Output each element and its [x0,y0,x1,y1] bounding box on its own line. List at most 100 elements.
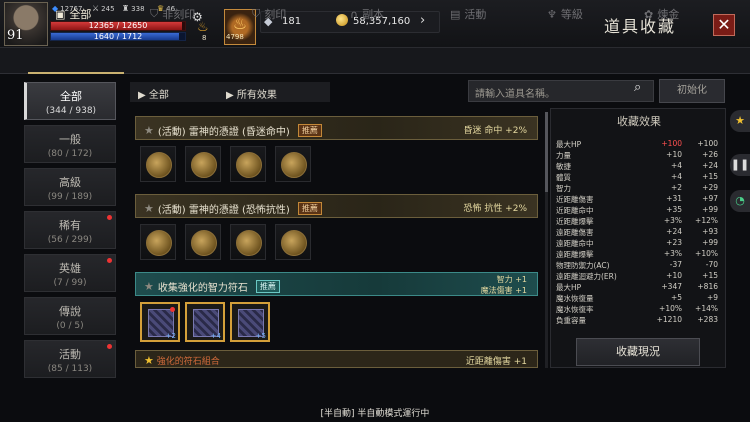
coin-token-icon [236,230,262,256]
collection-item-slot[interactable]: +5 [230,302,270,342]
reset-button[interactable]: 初始化 [659,79,725,103]
close-button[interactable]: ✕ [713,14,735,36]
star-icon: ★ [735,114,745,127]
effect-row: 力量 +10 +26 [556,150,722,161]
group-effect: 昏迷 命中 +2% [463,126,527,136]
coin-token-icon [191,230,217,256]
pause-button[interactable]: ❚❚ [730,154,750,176]
effect-total-value: +12% [695,216,718,225]
star-icon[interactable]: ★ [144,124,154,137]
effect-total-value: +9 [706,293,718,302]
favorite-star-button[interactable]: ★ [730,110,750,132]
auto-mode-button[interactable]: ◔ [730,190,750,212]
effect-row: 遠距離迴避力(ER) +10 +15 [556,271,722,282]
collection-item-slot[interactable] [140,146,176,182]
helmet-icon: ♜ [122,4,130,13]
collection-group-header[interactable]: ★ 強化的符石組合 近距離傷害 +1 [135,350,538,368]
mp-text: 1640 / 1712 [93,32,143,41]
category-normal[interactable]: 一般 (80 / 172) [24,125,116,163]
effect-current-value: +10 [666,271,682,280]
category-advanced[interactable]: 高級 (99 / 189) [24,168,116,206]
effect-name: 負重容量 [556,316,586,325]
collection-item-slot[interactable] [230,146,266,182]
effect-name: 近距離爆擊 [556,217,594,226]
category-rare[interactable]: 稀有 (56 / 299) [24,211,116,249]
swirl-icon: ◔ [735,194,745,207]
tab-dungeon[interactable]: ∩ 副本 [350,4,384,24]
effect-current-value: +10% [659,304,682,313]
collection-group-header[interactable]: ★ 收集強化的智力符石 推薦 智力 +1 魔法傷害 +1 [135,272,538,296]
collection-group-header[interactable]: ★ (活動) 雷神的憑證 (恐怖抗性) 推薦 恐怖 抗性 +2% [135,194,538,218]
notification-dot [107,344,112,349]
effect-row: 智力 +2 +29 [556,183,722,194]
collection-item-slot[interactable] [185,224,221,260]
effect-row: 負重容量 +1210 +283 [556,315,722,326]
star-icon[interactable]: ★ [144,280,154,293]
tab-bar [0,48,750,74]
category-legend[interactable]: 傳說 (0 / 5) [24,297,116,335]
effect-current-value: +3% [663,216,682,225]
effect-name: 物理防禦力(AC) [556,261,610,270]
effect-name: 遠距離迴避力(ER) [556,272,617,281]
effect-total-value: +93 [702,227,718,236]
effect-row: 物理防禦力(AC) -37 -70 [556,260,722,271]
tab-level[interactable]: ♆ 等級 [547,4,583,24]
collection-item-slot[interactable] [230,224,266,260]
group-effect: 近距離傷害 +1 [465,357,527,367]
collection-group-header[interactable]: ★ (活動) 雷神的憑證 (昏迷命中) 推薦 昏迷 命中 +2% [135,116,538,140]
effect-current-value: +31 [666,194,682,203]
tab-event[interactable]: ▤ 活動 [450,4,486,24]
effect-current-value: +100 [661,139,682,148]
effect-current-value: +35 [666,205,682,214]
effect-filter-dropdown[interactable]: ▶ 所有效果 [220,82,330,102]
collection-status-button[interactable]: 收藏現況 [576,338,700,366]
collection-item-slot[interactable] [275,146,311,182]
effect-name: 智力 [556,184,571,193]
tab-active-indicator [28,72,124,74]
tab-non-engraved[interactable]: ⛉ 非刻印 [150,4,195,24]
effect-row: 體質 +4 +15 [556,172,722,183]
collection-list[interactable]: ★ (活動) 雷神的憑證 (昏迷命中) 推薦 昏迷 命中 +2% ★ (活動) … [130,112,543,368]
close-icon: ✕ [717,15,731,34]
collection-item-slot[interactable]: +4 [185,302,225,342]
effect-total-value: +100 [697,139,718,148]
star-icon[interactable]: ★ [144,354,154,367]
list-scrollbar[interactable] [545,112,548,368]
effect-name: 敏捷 [556,162,571,171]
scroll-thumb[interactable] [545,112,548,192]
effect-current-value: -37 [669,260,682,269]
notification-dot [170,307,175,312]
effect-total-value: +14% [695,304,718,313]
player-level: 91 [7,28,24,43]
effect-row: 近距離爆擊 +3% +12% [556,216,722,227]
collection-item-slot[interactable] [140,224,176,260]
horseshoe-icon: ∩ [350,7,359,21]
effect-name: 遠距離傷害 [556,228,594,237]
effect-row: 遠距離傷害 +24 +93 [556,227,722,238]
item-count: +2 [165,332,176,340]
tab-all[interactable]: ▣ 全部 [55,4,91,24]
search-icon[interactable]: ⌕ [634,80,641,95]
chevron-right-icon[interactable]: › [420,13,425,28]
tab-engraved[interactable]: ⛉ 刻印 [252,4,286,24]
effect-total-value: +15 [702,271,718,280]
tab-alchemy[interactable]: ✿ 煉金 [644,4,679,24]
category-hero[interactable]: 英雄 (7 / 99) [24,254,116,292]
search-input[interactable]: 請輸入道具名稱。 [468,80,654,102]
triangle-right-icon: ▶ [138,90,149,101]
star-icon[interactable]: ★ [144,202,154,215]
collection-item-slot[interactable] [275,224,311,260]
flame-icon: ♨ [232,14,248,33]
coin-token-icon [236,152,262,178]
recommended-badge: 推薦 [297,124,322,137]
collection-item-slot[interactable] [185,146,221,182]
mp-bar: 1640 / 1712 [50,32,186,41]
effect-total-value: +24 [702,161,718,170]
category-event[interactable]: 活動 (85 / 113) [24,340,116,378]
effect-total-value: +816 [697,282,718,291]
grade-filter-dropdown[interactable]: ▶ 全部 [130,82,226,102]
collection-item-slot[interactable]: +2 [140,302,180,342]
effect-current-value: +1210 [656,315,682,324]
effect-total-value: +99 [702,205,718,214]
category-all[interactable]: 全部 (344 / 938) [24,82,116,120]
